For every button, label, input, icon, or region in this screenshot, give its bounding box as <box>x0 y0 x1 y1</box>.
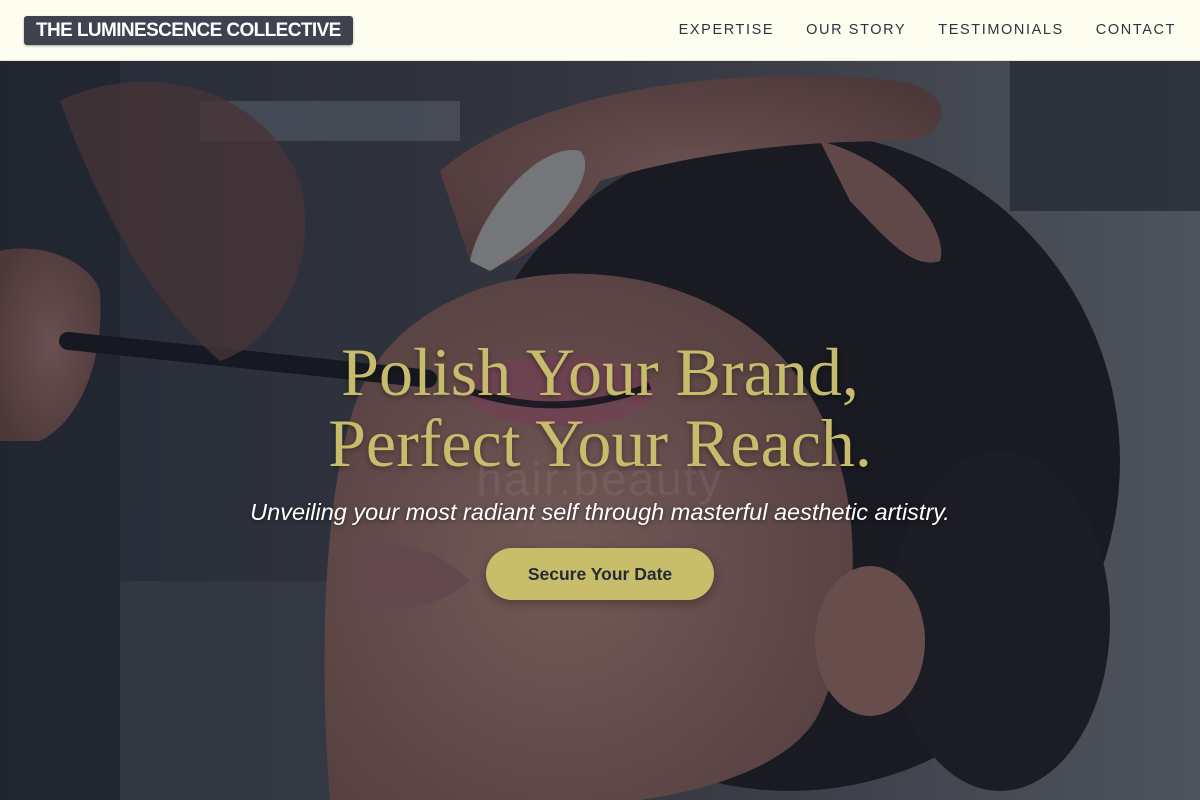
hero-headline-line-1: Polish Your Brand, <box>341 334 859 410</box>
secure-date-button[interactable]: Secure Your Date <box>486 548 714 600</box>
hero-tagline: Unveiling your most radiant self through… <box>250 499 950 525</box>
hero-section: hair.beauty Polish Your Brand, Perfect Y… <box>0 61 1200 800</box>
hero-headline: Polish Your Brand, Perfect Your Reach. <box>0 337 1200 479</box>
hero-headline-line-2: Perfect Your Reach. <box>328 405 872 481</box>
nav-link-expertise[interactable]: EXPERTISE <box>679 22 775 38</box>
nav-link-testimonials[interactable]: TESTIMONIALS <box>938 22 1064 38</box>
nav-link-contact[interactable]: CONTACT <box>1096 22 1176 38</box>
brand-logo[interactable]: THE LUMINESCENCE COLLECTIVE <box>24 15 353 45</box>
nav-link-our-story[interactable]: OUR STORY <box>806 22 906 38</box>
site-header: THE LUMINESCENCE COLLECTIVE EXPERTISE OU… <box>0 0 1200 61</box>
hero-content: hair.beauty Polish Your Brand, Perfect Y… <box>0 337 1200 600</box>
main-nav: EXPERTISE OUR STORY TESTIMONIALS CONTACT <box>679 22 1176 38</box>
